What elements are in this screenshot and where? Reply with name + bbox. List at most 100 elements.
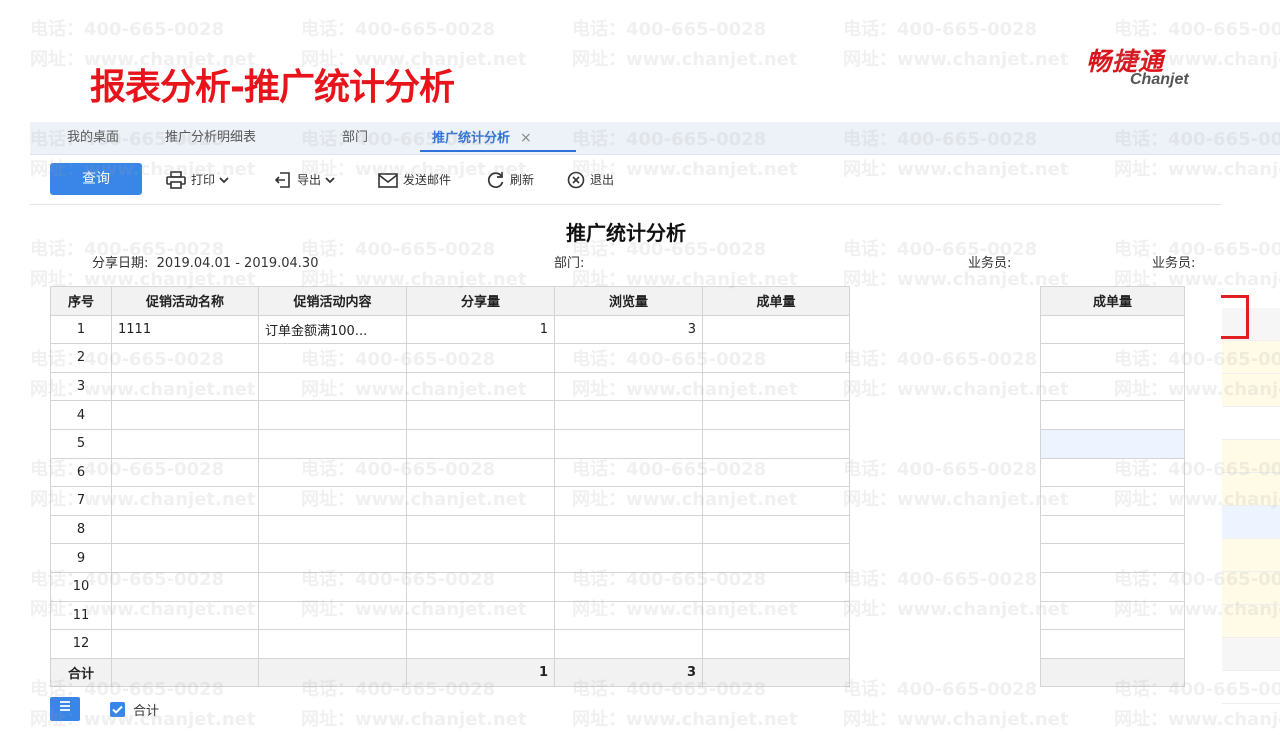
table-row[interactable]: 2 — [50, 343, 850, 373]
table-row[interactable]: 10 — [50, 571, 850, 602]
table-cell[interactable] — [111, 514, 259, 545]
table-cell[interactable] — [554, 400, 703, 430]
column-header[interactable]: 促销活动名称 — [111, 286, 259, 316]
table-cell[interactable] — [702, 600, 850, 631]
table-cell[interactable] — [554, 371, 703, 402]
tab-desktop[interactable]: 我的桌面 — [67, 122, 119, 154]
table-cell[interactable]: 1 — [50, 314, 112, 345]
table-cell[interactable] — [702, 514, 850, 545]
send-email-button[interactable]: 发送邮件 — [378, 170, 451, 190]
table-cell[interactable] — [554, 428, 703, 459]
refresh-button[interactable]: 刷新 — [487, 170, 534, 190]
table-cell[interactable] — [406, 457, 555, 488]
table-cell[interactable]: 3 — [50, 371, 112, 402]
column-header[interactable]: 浏览量 — [554, 286, 703, 316]
table-cell[interactable]: 7 — [50, 486, 112, 516]
table-cell[interactable]: 1111 — [111, 314, 259, 345]
table-cell[interactable] — [406, 343, 555, 373]
table-cell[interactable] — [258, 457, 407, 488]
table-row[interactable]: 11 — [50, 600, 850, 631]
table-cell[interactable]: 10 — [50, 571, 112, 602]
table-cell[interactable]: 12 — [50, 629, 112, 659]
table-cell[interactable]: 2 — [50, 343, 112, 373]
table-cell[interactable] — [702, 400, 850, 430]
table-cell[interactable] — [702, 571, 850, 602]
table-row[interactable]: 1 1111 订单金额满100... 1 3 — [50, 314, 850, 345]
table-cell[interactable] — [554, 629, 703, 659]
table-row[interactable]: 7 — [50, 486, 850, 516]
table-cell[interactable] — [406, 486, 555, 516]
table-cell[interactable] — [702, 371, 850, 402]
table-row[interactable]: 3 — [50, 371, 850, 402]
table-cell[interactable] — [406, 600, 555, 631]
close-icon[interactable]: × — [520, 130, 532, 146]
table-cell[interactable] — [258, 343, 407, 373]
column-header[interactable]: 分享量 — [406, 286, 555, 316]
column-header[interactable]: 成单量 — [1040, 286, 1185, 316]
table-row[interactable]: 12 — [50, 629, 850, 659]
column-header[interactable]: 序号 — [50, 286, 112, 316]
tab-promo-stats[interactable]: 推广统计分析 × — [420, 122, 576, 152]
table-cell[interactable] — [554, 571, 703, 602]
table-cell[interactable] — [258, 400, 407, 430]
export-button[interactable]: 导出 — [274, 170, 340, 190]
print-button[interactable]: 打印 — [166, 170, 234, 190]
table-cell[interactable] — [554, 343, 703, 373]
table-cell[interactable] — [111, 571, 259, 602]
table-cell[interactable] — [111, 600, 259, 631]
table-cell[interactable]: 4 — [50, 400, 112, 430]
tab-promo-detail[interactable]: 推广分析明细表 — [165, 122, 256, 154]
table-cell[interactable]: 11 — [50, 600, 112, 631]
table-cell[interactable]: 5 — [50, 428, 112, 459]
table-cell[interactable] — [258, 486, 407, 516]
column-header[interactable]: 促销活动内容 — [258, 286, 407, 316]
table-cell[interactable]: 9 — [50, 543, 112, 573]
total-checkbox[interactable] — [110, 701, 125, 717]
table-cell[interactable] — [406, 629, 555, 659]
table-cell[interactable] — [702, 543, 850, 573]
query-button[interactable]: 查询 — [50, 163, 142, 195]
table-cell[interactable] — [702, 343, 850, 373]
table-row[interactable]: 5 — [50, 428, 850, 459]
table-cell[interactable] — [258, 514, 407, 545]
table-cell[interactable] — [554, 486, 703, 516]
table-cell[interactable]: 1 — [406, 314, 555, 345]
column-header[interactable]: 成单量 — [702, 286, 850, 316]
table-cell[interactable] — [554, 543, 703, 573]
table-cell[interactable] — [111, 629, 259, 659]
tab-department[interactable]: 部门 — [342, 122, 368, 154]
table-cell[interactable] — [111, 428, 259, 459]
table-cell[interactable] — [111, 457, 259, 488]
table-cell[interactable] — [702, 457, 850, 488]
table-cell[interactable] — [111, 543, 259, 573]
table-cell[interactable]: 3 — [554, 314, 703, 345]
table-cell[interactable] — [406, 543, 555, 573]
table-cell[interactable]: 8 — [50, 514, 112, 545]
table-cell[interactable] — [406, 428, 555, 459]
table-cell[interactable] — [111, 400, 259, 430]
table-cell[interactable] — [406, 571, 555, 602]
table-cell[interactable] — [702, 486, 850, 516]
table-cell[interactable] — [554, 514, 703, 545]
exit-button[interactable]: 退出 — [567, 170, 614, 190]
column-settings-button[interactable] — [50, 697, 80, 721]
table-cell[interactable] — [406, 400, 555, 430]
table-row[interactable]: 4 — [50, 400, 850, 430]
table-cell[interactable] — [554, 600, 703, 631]
table-cell[interactable] — [702, 314, 850, 345]
table-cell[interactable] — [554, 457, 703, 488]
table-cell[interactable] — [111, 371, 259, 402]
table-cell[interactable]: 订单金额满100... — [258, 314, 407, 345]
table-cell[interactable] — [702, 428, 850, 459]
table-row[interactable]: 8 — [50, 514, 850, 545]
table-row[interactable]: 9 — [50, 543, 850, 573]
table-cell[interactable] — [258, 371, 407, 402]
table-cell[interactable] — [406, 371, 555, 402]
table-cell[interactable] — [258, 428, 407, 459]
table-cell[interactable] — [258, 629, 407, 659]
table-row[interactable]: 6 — [50, 457, 850, 488]
table-cell[interactable] — [258, 600, 407, 631]
table-cell[interactable] — [702, 629, 850, 659]
table-cell[interactable] — [111, 343, 259, 373]
table-cell[interactable]: 6 — [50, 457, 112, 488]
